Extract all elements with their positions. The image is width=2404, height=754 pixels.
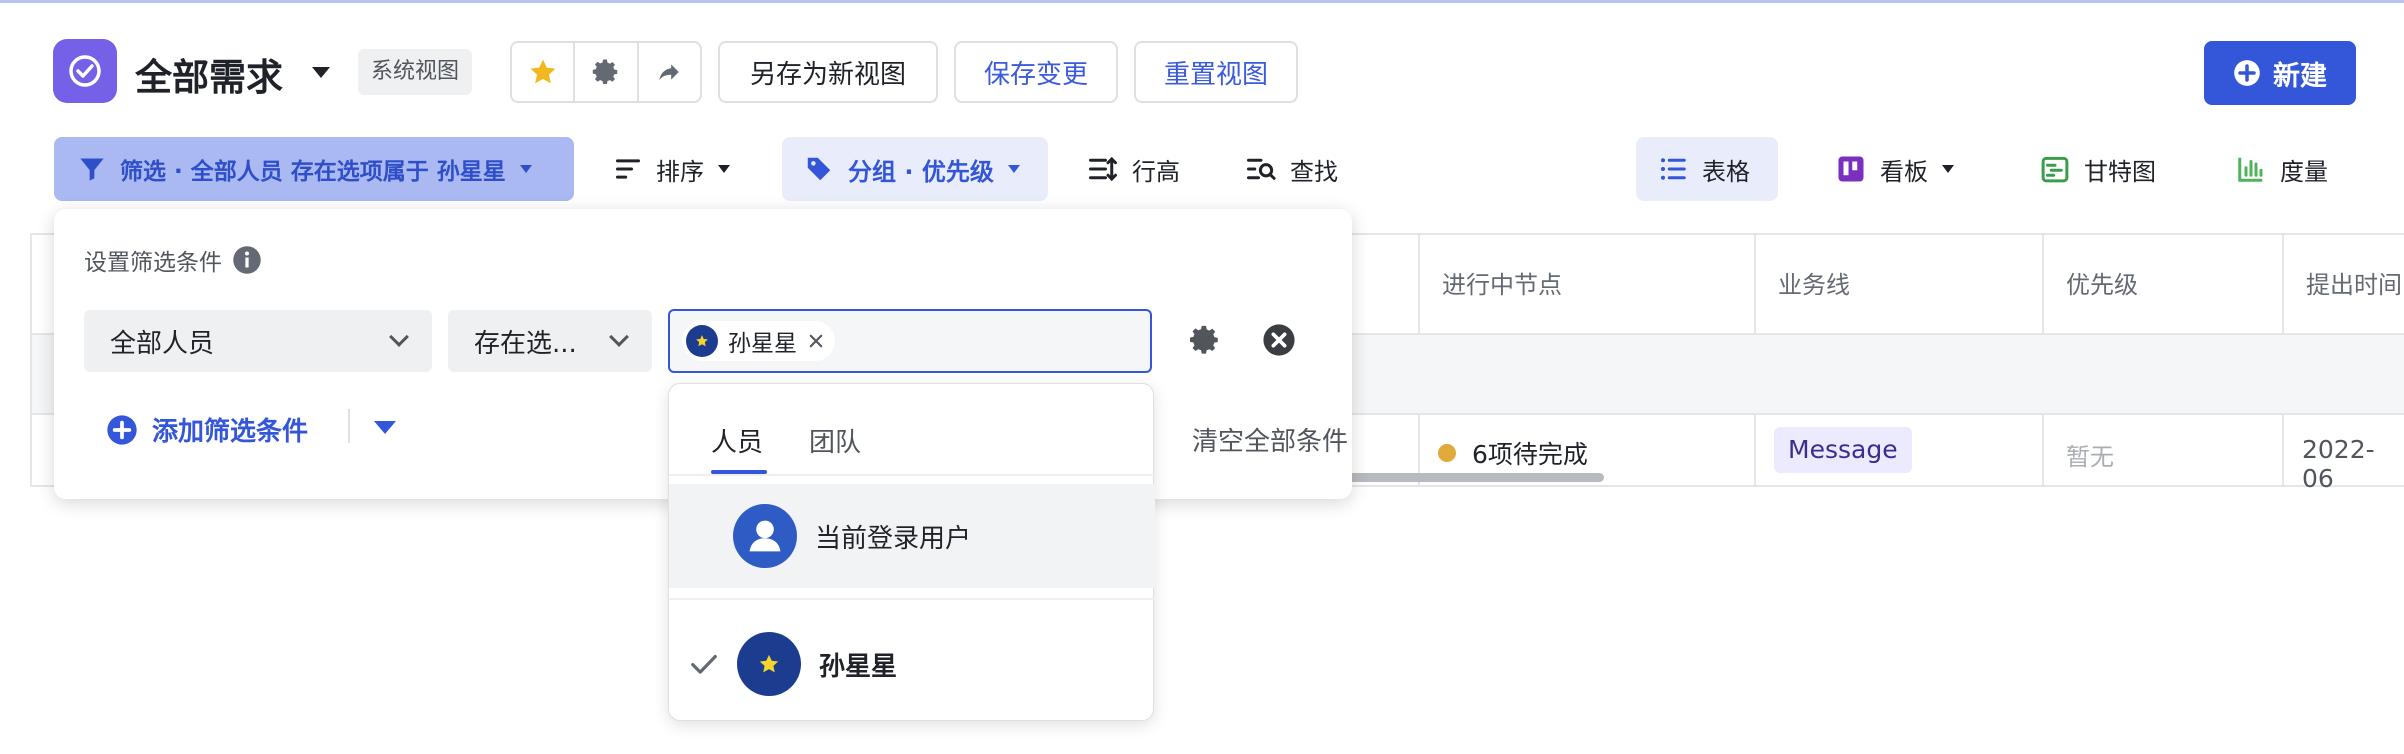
sort-label: 排序 (656, 157, 704, 186)
filter-summary: 筛选 · 全部人员 存在选项属于 孙星星 (120, 159, 506, 185)
clear-all-label: 清空全部条件 (1191, 427, 1348, 457)
add-condition-caret-icon[interactable] (374, 421, 396, 434)
save-as-new-view-button[interactable]: 另存为新视图 (718, 41, 938, 103)
divider (669, 598, 1155, 600)
group-button[interactable]: 分组 · 优先级 (782, 137, 1048, 201)
filter-caret-icon (519, 165, 532, 173)
table-col-divider (1754, 413, 1756, 487)
save-changes-button[interactable]: 保存变更 (954, 41, 1118, 103)
status-dot (1438, 444, 1456, 462)
column-header-priority[interactable]: 优先级 (2066, 265, 2138, 300)
list-item-current-user[interactable]: 当前登录用户 (669, 484, 1155, 588)
remove-chip-icon[interactable] (807, 332, 825, 350)
column-header-business-line[interactable]: 业务线 (1778, 265, 1850, 300)
business-line-tag: Message (1774, 427, 1912, 473)
add-condition-label: 添加筛选条件 (152, 417, 309, 447)
row-height-icon (1089, 156, 1117, 182)
chevron-down-icon (389, 327, 409, 347)
list-icon (1661, 158, 1686, 180)
condition-settings-gear-icon[interactable] (1188, 323, 1222, 361)
column-header-progress[interactable]: 进行中节点 (1442, 265, 1562, 300)
view-measure-label: 度量 (2280, 157, 2328, 186)
group-label: 分组 · 优先级 (848, 157, 994, 186)
group-caret-icon (1007, 165, 1020, 173)
filter-panel-title-text: 设置筛选条件 (84, 250, 222, 276)
operator-select[interactable]: 存在选... (448, 310, 652, 372)
remove-condition-close-icon[interactable] (1262, 323, 1296, 361)
sort-caret-icon (718, 165, 730, 173)
progress-text: 6项待完成 (1472, 440, 1588, 469)
page-title: 全部需求 (135, 56, 283, 99)
app-icon (53, 39, 117, 103)
view-action-group (510, 41, 702, 103)
user-avatar (686, 325, 718, 357)
divider (669, 474, 1155, 476)
divider (348, 409, 350, 443)
column-header-created[interactable]: 提出时间 (2306, 265, 2402, 300)
kanban-caret-icon (1942, 165, 1954, 173)
filter-button[interactable]: 筛选 · 全部人员 存在选项属于 孙星星 (54, 137, 574, 201)
new-item-button[interactable]: 新建 (2204, 41, 2356, 105)
chevron-down-icon (609, 327, 629, 347)
clear-all-conditions-button[interactable]: 清空全部条件 (1122, 421, 1352, 461)
selected-user-chip: 孙星星 (682, 321, 835, 361)
view-table-tab[interactable]: 表格 (1636, 137, 1778, 201)
checkmark-icon (691, 654, 717, 674)
field-select-value: 全部人员 (110, 328, 215, 359)
view-switch-caret-icon[interactable] (312, 67, 330, 78)
plus-circle-icon (107, 414, 137, 445)
tag-icon (807, 157, 831, 181)
table-col-divider (1754, 233, 1756, 333)
bar-chart-icon (2238, 157, 2263, 182)
plus-circle-icon (2234, 60, 2260, 86)
favorite-star-icon[interactable] (512, 43, 573, 101)
people-picker-dropdown: 人员 团队 当前登录用户 孙星星 (668, 383, 1155, 721)
row-height-button[interactable]: 行高 (1066, 137, 1202, 201)
person-avatar-icon (733, 504, 797, 568)
tab-people[interactable]: 人员 (711, 422, 763, 459)
find-search-icon (1247, 158, 1276, 180)
find-label: 查找 (1290, 157, 1338, 186)
find-button[interactable]: 查找 (1224, 137, 1360, 201)
chip-label: 孙星星 (728, 331, 797, 357)
table-col-divider (2282, 413, 2284, 487)
view-kanban-tab[interactable]: 看板 (1814, 137, 1976, 201)
view-kanban-label: 看板 (1880, 157, 1928, 186)
priority-cell: 暂无 (2066, 443, 2114, 471)
field-select[interactable]: 全部人员 (84, 310, 432, 372)
sort-button[interactable]: 排序 (592, 137, 752, 201)
system-view-badge: 系统视图 (358, 49, 473, 95)
kanban-icon (1838, 156, 1864, 182)
value-tag-input[interactable]: 孙星星 (668, 309, 1152, 373)
tab-teams[interactable]: 团队 (809, 422, 861, 459)
table-col-divider (2042, 233, 2044, 333)
table-col-divider (2042, 413, 2044, 487)
list-item-label: 当前登录用户 (815, 523, 972, 554)
row-height-label: 行高 (1132, 157, 1180, 186)
list-item-user[interactable]: 孙星星 (669, 616, 1155, 712)
user-avatar (737, 632, 801, 696)
filter-panel-title: 设置筛选条件 (84, 243, 262, 277)
operator-select-value: 存在选... (474, 328, 577, 359)
sort-lines-icon (615, 159, 641, 179)
list-item-label: 孙星星 (819, 651, 898, 682)
new-button-label: 新建 (2273, 60, 2327, 92)
view-gantt-tab[interactable]: 甘特图 (2018, 137, 2178, 201)
view-table-label: 表格 (1702, 157, 1750, 186)
filter-funnel-icon (80, 158, 104, 181)
info-icon[interactable] (232, 245, 262, 275)
created-cell: 2022-06 (2302, 435, 2375, 493)
table-col-divider (1418, 233, 1420, 333)
table-divider (30, 233, 32, 487)
progress-cell: 6项待完成 (1438, 435, 1588, 471)
share-arrow-icon[interactable] (636, 43, 700, 101)
settings-gear-icon[interactable] (573, 43, 636, 101)
table-col-divider (2282, 233, 2284, 333)
view-measure-tab[interactable]: 度量 (2214, 137, 2350, 201)
reset-view-button[interactable]: 重置视图 (1134, 41, 1298, 103)
view-gantt-label: 甘特图 (2084, 157, 2156, 186)
add-condition-button[interactable]: 添加筛选条件 (106, 411, 308, 448)
gantt-icon (2041, 156, 2069, 183)
